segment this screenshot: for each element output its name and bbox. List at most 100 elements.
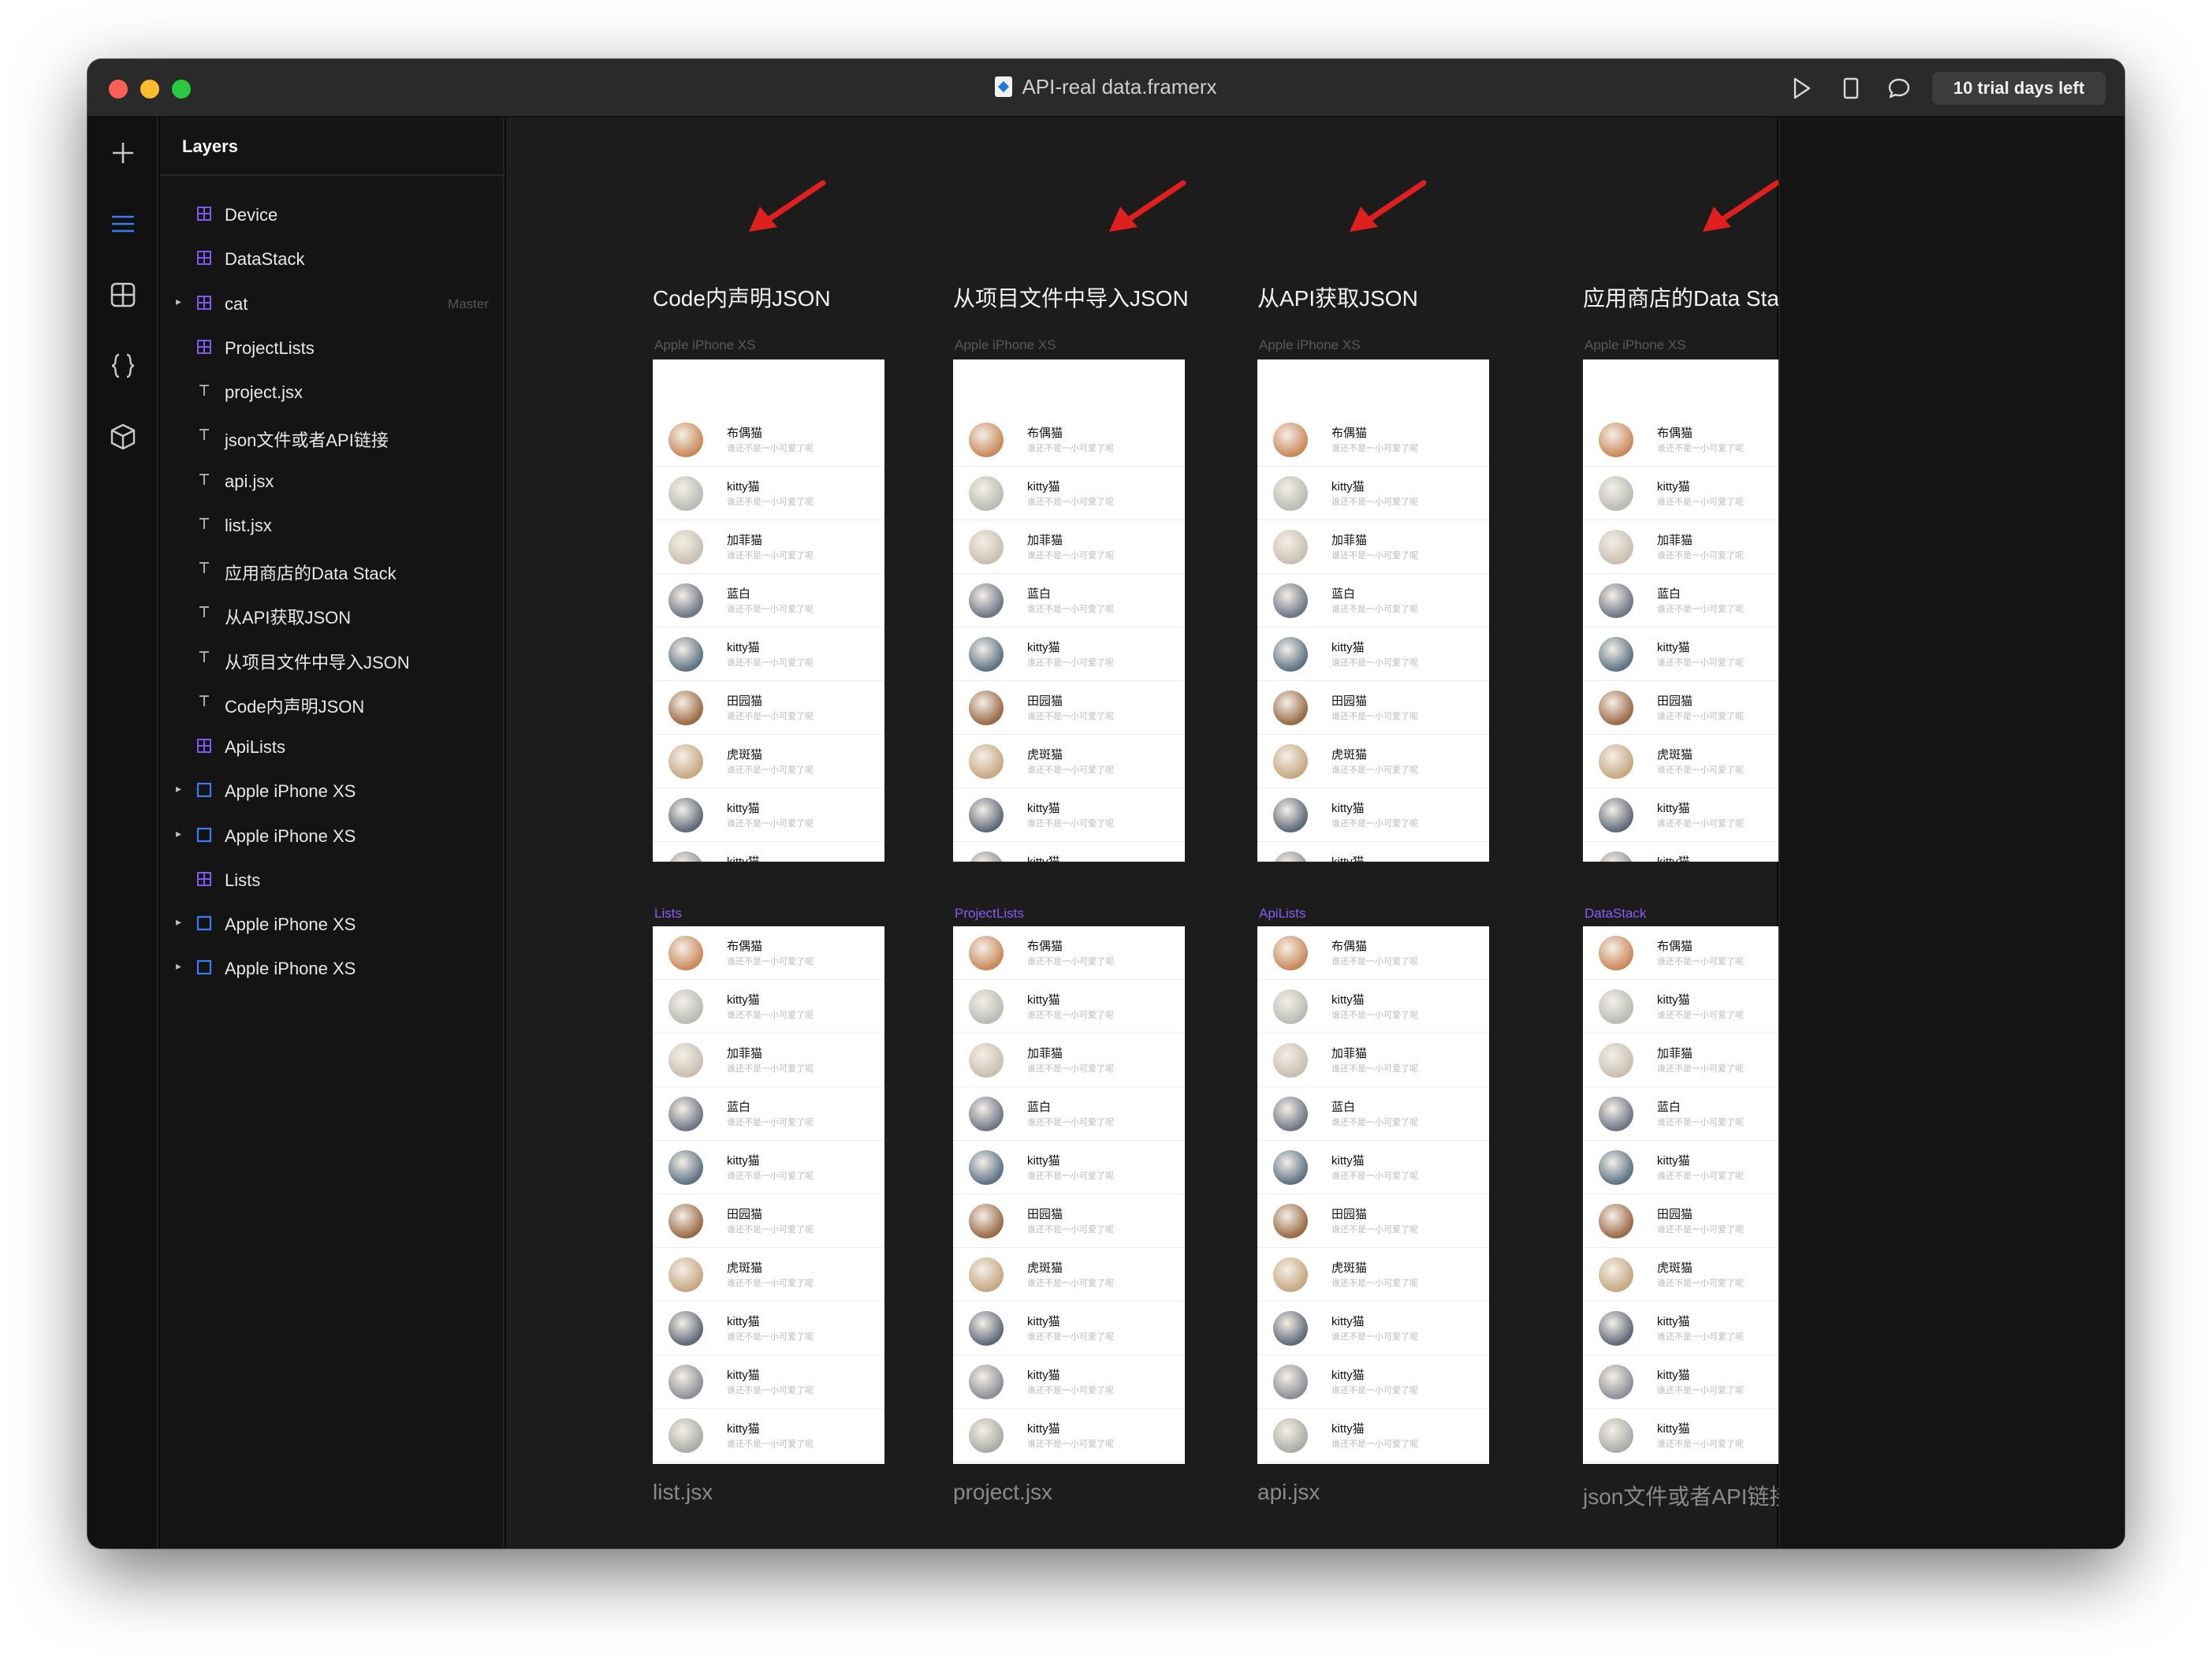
cat-list-item[interactable]: 布偶猫 谁还不是一小可爱了呢 <box>653 413 884 467</box>
cat-list-item[interactable]: 虎斑猫 谁还不是一小可爱了呢 <box>653 735 884 788</box>
cat-list-item[interactable]: 蓝白 谁还不是一小可爱了呢 <box>653 1087 884 1141</box>
code-icon[interactable] <box>103 346 143 386</box>
cat-list-item[interactable]: 加菲猫 谁还不是一小可爱了呢 <box>953 1034 1185 1087</box>
layer-item[interactable]: json文件或者API链接 <box>160 416 505 456</box>
layer-item[interactable]: Code内声明JSON <box>160 683 505 722</box>
component-label[interactable]: Lists <box>654 906 682 922</box>
layer-item[interactable]: 从API获取JSON <box>160 594 505 633</box>
cat-list-item[interactable]: kitty猫谁还不是一小可爱了呢 <box>1257 980 1489 1034</box>
cat-list-item[interactable]: 田园猫 谁还不是一小可爱了呢 <box>653 681 884 735</box>
components-icon[interactable] <box>103 275 143 315</box>
cat-list-item[interactable]: kitty猫谁还不是一小可爱了呢 <box>653 1141 884 1194</box>
comment-icon[interactable] <box>1887 76 1911 105</box>
layer-item[interactable]: ProjectLists <box>160 328 505 367</box>
layers-icon[interactable] <box>103 204 143 244</box>
cat-list-item[interactable]: kitty猫谁还不是一小可爱了呢 <box>953 628 1185 681</box>
cat-list-item[interactable]: 加菲猫 谁还不是一小可爱了呢 <box>1257 1034 1489 1087</box>
cat-list-item[interactable]: kitty猫谁还不是一小可爱了呢 <box>1257 1409 1489 1462</box>
expand-arrow-icon[interactable]: ▸ <box>176 827 181 840</box>
cat-list-item[interactable]: kitty猫谁还不是一小可爱了呢 <box>653 842 884 862</box>
play-icon[interactable] <box>1792 76 1812 105</box>
cat-list-item[interactable]: 蓝白 谁还不是一小可爱了呢 <box>1257 1087 1489 1141</box>
design-canvas[interactable]: Code内声明JSON Apple iPhone XS 布偶猫 谁还不是一小可爱了呢 k… <box>506 117 1815 1548</box>
layer-item[interactable]: 从项目文件中导入JSON <box>160 639 505 678</box>
phone-frame[interactable]: 布偶猫 谁还不是一小可爱了呢 kitty猫 谁还不是一小可爱了呢 加菲猫 谁还不是一小可爱… <box>1257 926 1489 1464</box>
cat-list-item[interactable]: 布偶猫 谁还不是一小可爱了呢 <box>953 926 1185 980</box>
cat-list-item[interactable]: kitty猫谁还不是一小可爱了呢 <box>953 980 1185 1034</box>
cat-list-item[interactable]: kitty猫谁还不是一小可爱了呢 <box>1257 628 1489 681</box>
cat-list-item[interactable]: kitty猫谁还不是一小可爱了呢 <box>953 1141 1185 1194</box>
cat-list-item[interactable]: 虎斑猫 谁还不是一小可爱了呢 <box>1257 1248 1489 1302</box>
layer-item[interactable]: project.jsx <box>160 372 505 412</box>
cat-list-item[interactable]: 布偶猫 谁还不是一小可爱了呢 <box>1257 926 1489 980</box>
frame-label[interactable]: Apple iPhone XS <box>1585 337 1686 353</box>
frame-label[interactable]: Apple iPhone XS <box>955 337 1056 353</box>
component-label[interactable]: DataStack <box>1585 906 1646 922</box>
layer-item[interactable]: ▸ cat Master <box>160 284 505 323</box>
layer-item[interactable]: list.jsx <box>160 505 505 545</box>
cat-list-item[interactable]: 虎斑猫 谁还不是一小可爱了呢 <box>953 1248 1185 1302</box>
device-preview-icon[interactable] <box>1842 76 1860 105</box>
expand-arrow-icon[interactable]: ▸ <box>176 915 181 929</box>
cat-list-item[interactable]: 田园猫 谁还不是一小可爱了呢 <box>653 1194 884 1248</box>
cat-list-item[interactable]: 蓝白 谁还不是一小可爱了呢 <box>653 574 884 628</box>
cat-list-item[interactable]: 田园猫 谁还不是一小可爱了呢 <box>1257 681 1489 735</box>
layer-item[interactable]: ▸ Apple iPhone XS <box>160 948 505 988</box>
cat-list-item[interactable]: 虎斑猫 谁还不是一小可爱了呢 <box>653 1248 884 1302</box>
cat-list-item[interactable]: 布偶猫 谁还不是一小可爱了呢 <box>1257 413 1489 467</box>
cat-list-item[interactable]: kitty猫谁还不是一小可爱了呢 <box>653 980 884 1034</box>
layer-item[interactable]: 应用商店的Data Stack <box>160 549 505 589</box>
cat-list-item[interactable]: kitty猫谁还不是一小可爱了呢 <box>953 1302 1185 1355</box>
layer-item[interactable]: DataStack <box>160 239 505 278</box>
cat-list-item[interactable]: kitty猫谁还不是一小可爱了呢 <box>653 1302 884 1355</box>
component-label[interactable]: ApiLists <box>1259 906 1306 922</box>
frame-label[interactable]: Apple iPhone XS <box>654 337 756 353</box>
cat-list-item[interactable]: kitty猫谁还不是一小可爱了呢 <box>953 842 1185 862</box>
cat-list-item[interactable]: kitty猫谁还不是一小可爱了呢 <box>1257 788 1489 842</box>
cat-list-item[interactable]: 虎斑猫 谁还不是一小可爱了呢 <box>1257 735 1489 788</box>
cat-list-item[interactable]: kitty猫谁还不是一小可爱了呢 <box>1257 1355 1489 1409</box>
cat-list-item[interactable]: 蓝白 谁还不是一小可爱了呢 <box>953 1087 1185 1141</box>
cat-list-item[interactable]: 加菲猫 谁还不是一小可爱了呢 <box>953 520 1185 574</box>
cat-list-item[interactable]: kitty猫谁还不是一小可爱了呢 <box>653 628 884 681</box>
cat-list-item[interactable]: kitty猫谁还不是一小可爱了呢 <box>953 467 1185 520</box>
expand-arrow-icon[interactable]: ▸ <box>176 959 181 973</box>
cat-list-item[interactable]: kitty猫谁还不是一小可爱了呢 <box>653 1355 884 1409</box>
layer-item[interactable]: ApiLists <box>160 727 505 766</box>
cat-list-item[interactable]: 布偶猫 谁还不是一小可爱了呢 <box>653 926 884 980</box>
cat-list-item[interactable]: 加菲猫 谁还不是一小可爱了呢 <box>653 1034 884 1087</box>
cat-list-item[interactable]: kitty猫谁还不是一小可爱了呢 <box>953 1355 1185 1409</box>
cat-list-item[interactable]: 田园猫 谁还不是一小可爱了呢 <box>953 1194 1185 1248</box>
cat-list-item[interactable]: 田园猫 谁还不是一小可爱了呢 <box>953 681 1185 735</box>
cat-list-item[interactable]: kitty猫谁还不是一小可爱了呢 <box>953 1409 1185 1462</box>
cat-list-item[interactable]: 蓝白 谁还不是一小可爱了呢 <box>1257 574 1489 628</box>
layer-item[interactable]: ▸ Apple iPhone XS <box>160 771 505 810</box>
cat-list-item[interactable]: kitty猫谁还不是一小可爱了呢 <box>653 788 884 842</box>
cat-list-item[interactable]: 加菲猫 谁还不是一小可爱了呢 <box>653 520 884 574</box>
phone-frame[interactable]: 布偶猫 谁还不是一小可爱了呢 kitty猫 谁还不是一小可爱了呢 加菲猫 谁还不是一小可爱… <box>1257 359 1489 862</box>
cat-list-item[interactable]: 田园猫 谁还不是一小可爱了呢 <box>1257 1194 1489 1248</box>
trial-days-badge[interactable]: 10 trial days left <box>1932 72 2106 105</box>
cat-list-item[interactable]: 加菲猫 谁还不是一小可爱了呢 <box>1257 520 1489 574</box>
component-label[interactable]: ProjectLists <box>955 906 1024 922</box>
layer-item[interactable]: Lists <box>160 860 505 900</box>
cat-list-item[interactable]: kitty猫谁还不是一小可爱了呢 <box>1257 1302 1489 1355</box>
cat-list-item[interactable]: kitty猫谁还不是一小可爱了呢 <box>653 1409 884 1462</box>
cat-list-item[interactable]: kitty猫谁还不是一小可爱了呢 <box>653 467 884 520</box>
phone-frame[interactable]: 布偶猫 谁还不是一小可爱了呢 kitty猫 谁还不是一小可爱了呢 加菲猫 谁还不是一小可爱… <box>953 926 1185 1464</box>
expand-arrow-icon[interactable]: ▸ <box>176 782 181 795</box>
frame-label[interactable]: Apple iPhone XS <box>1259 337 1361 353</box>
layer-item[interactable]: ▸ Apple iPhone XS <box>160 816 505 855</box>
cat-list-item[interactable]: kitty猫谁还不是一小可爱了呢 <box>953 788 1185 842</box>
plus-icon[interactable] <box>103 133 143 173</box>
cat-list-item[interactable]: kitty猫谁还不是一小可爱了呢 <box>1257 1141 1489 1194</box>
expand-arrow-icon[interactable]: ▸ <box>176 295 181 308</box>
cat-list-item[interactable]: 虎斑猫 谁还不是一小可爱了呢 <box>953 735 1185 788</box>
cat-list-item[interactable]: 布偶猫 谁还不是一小可爱了呢 <box>953 413 1185 467</box>
phone-frame[interactable]: 布偶猫 谁还不是一小可爱了呢 kitty猫 谁还不是一小可爱了呢 加菲猫 谁还不是一小可爱… <box>653 926 884 1464</box>
phone-frame[interactable]: 布偶猫 谁还不是一小可爱了呢 kitty猫 谁还不是一小可爱了呢 加菲猫 谁还不是一小可爱… <box>653 359 884 862</box>
phone-frame[interactable]: 布偶猫 谁还不是一小可爱了呢 kitty猫 谁还不是一小可爱了呢 加菲猫 谁还不是一小可爱… <box>953 359 1185 862</box>
package-icon[interactable] <box>103 417 143 456</box>
layer-item[interactable]: Device <box>160 195 505 234</box>
cat-list-item[interactable]: kitty猫谁还不是一小可爱了呢 <box>1257 467 1489 520</box>
